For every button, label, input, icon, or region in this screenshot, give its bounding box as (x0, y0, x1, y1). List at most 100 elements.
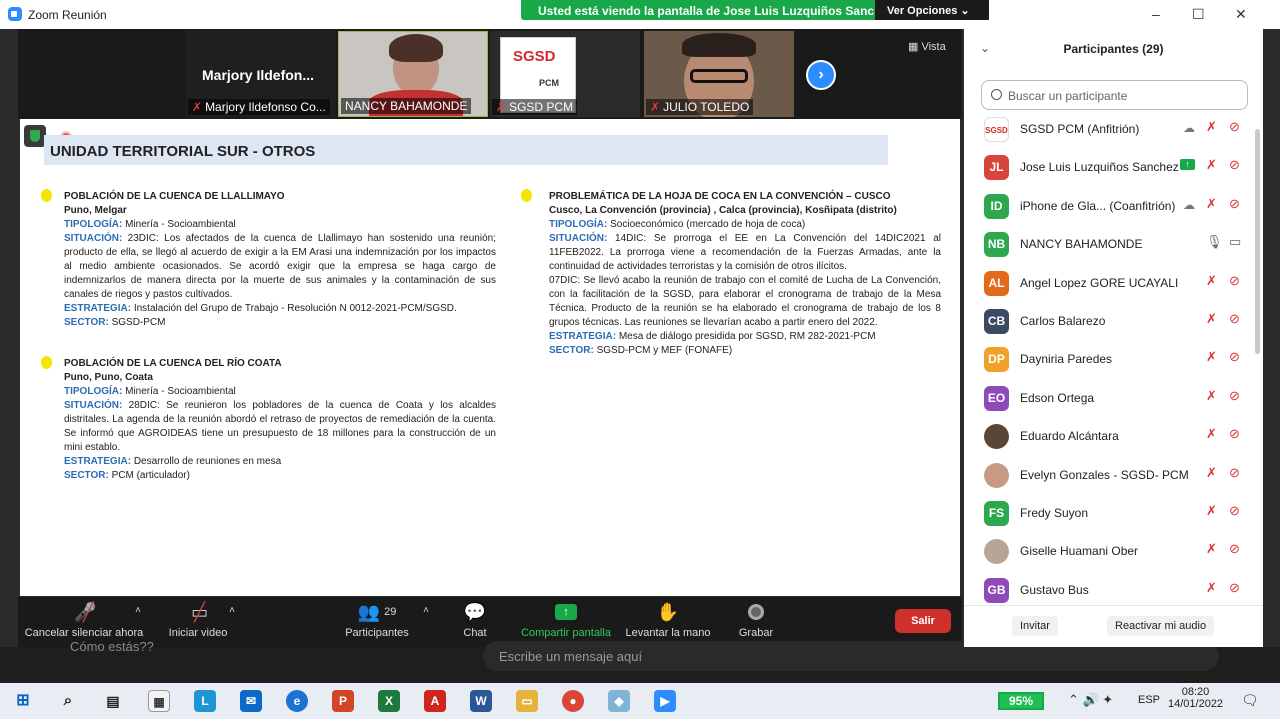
mic-muted-icon[interactable]: ✗ (1206, 119, 1217, 135)
situacion-key: SITUACIÓN: (64, 233, 123, 244)
raise-hand-label: Levantar la mano (625, 627, 711, 639)
participant-row[interactable]: DP Dayniria Paredes ✗ ⊘ (964, 341, 1254, 379)
system-tray-icons[interactable]: ⌃ 🔊 ✦ (1068, 692, 1113, 708)
leave-button[interactable]: Salir (895, 609, 951, 633)
unmute-label: Cancelar silenciar ahora (24, 627, 144, 639)
chrome-icon[interactable]: ● (562, 690, 584, 712)
camera-off-icon[interactable]: ⊘ (1229, 157, 1240, 173)
close-button[interactable]: ✕ (1235, 6, 1247, 23)
mic-muted-icon[interactable]: ✗ (1206, 426, 1217, 442)
mic-muted-icon[interactable]: ✗ (1206, 503, 1217, 519)
mic-muted-icon[interactable]: ✗ (1206, 580, 1217, 596)
tipologia-value: Minería - Socioambiental (122, 386, 236, 397)
avatar: ID (984, 193, 1009, 219)
tile-label: ✗ Marjory Ildefonso Co... (188, 99, 330, 115)
acrobat-icon[interactable]: A (424, 690, 446, 712)
situacion-value-2: 07DIC: Se llevó acabo la reunión de trab… (549, 275, 941, 328)
camera-off-icon[interactable]: ⊘ (1229, 388, 1240, 404)
video-tile-julio[interactable]: ✗ JULIO TOLEDO (644, 31, 794, 117)
mail-icon[interactable]: ✉ (240, 690, 262, 712)
participant-list-scrollbar[interactable] (1255, 129, 1260, 354)
participant-row[interactable]: CB Carlos Balarezo ✗ ⊘ (964, 303, 1254, 341)
windows-taskbar: ⊞ ⌕ ▤ ▦ L ✉ e P X A W ▭ ● ◆ ▶ 95% ⌃ 🔊 ✦ … (0, 683, 1280, 719)
view-toggle[interactable]: ▦ Vista (908, 40, 946, 53)
mic-on-icon[interactable]: 🎙 (1206, 234, 1223, 250)
generic-app-icon[interactable]: ◆ (608, 690, 630, 712)
participants-options-chevron-icon[interactable]: ˄ (420, 605, 432, 616)
video-tile-nancy[interactable]: NANCY BAHAMONDE (338, 31, 488, 117)
windows-start-icon[interactable]: ⊞ (12, 690, 34, 712)
clock[interactable]: 08:20 14/01/2022 (1168, 686, 1223, 710)
mic-muted-icon[interactable]: ✗ (1206, 196, 1217, 212)
video-options-chevron-icon[interactable]: ˄ (226, 605, 238, 616)
excel-icon[interactable]: X (378, 690, 400, 712)
task-view-icon[interactable]: ▤ (102, 690, 124, 712)
lync-icon[interactable]: L (194, 690, 216, 712)
video-tile-sgsd[interactable]: SGSD PCM ✗ SGSD PCM (490, 31, 640, 117)
start-video-button[interactable]: ▭ ╱ Iniciar video (158, 597, 238, 640)
camera-off-icon[interactable]: ⊘ (1229, 426, 1240, 442)
camera-off-icon[interactable]: ⊘ (1229, 311, 1240, 327)
camera-off-icon[interactable]: ⊘ (1229, 196, 1240, 212)
unmute-button[interactable]: 🎤 ╱ Cancelar silenciar ahora (24, 597, 144, 640)
raise-hand-button[interactable]: ✋ Levantar la mano (624, 597, 712, 640)
mic-muted-icon[interactable]: ✗ (1206, 273, 1217, 289)
word-icon[interactable]: W (470, 690, 492, 712)
maximize-button[interactable]: ☐ (1192, 6, 1205, 23)
mic-muted-icon[interactable]: ✗ (1206, 465, 1217, 481)
camera-off-icon[interactable]: ⊘ (1229, 119, 1240, 135)
participant-row[interactable]: AL Angel Lopez GORE UCAYALI ✗ ⊘ (964, 265, 1254, 303)
mic-muted-icon[interactable]: ✗ (1206, 311, 1217, 327)
file-explorer-icon[interactable]: ▭ (516, 690, 538, 712)
item-location: Puno, Melgar (64, 205, 127, 216)
participant-row[interactable]: FS Fredy Suyon ✗ ⊘ (964, 495, 1254, 533)
store-icon[interactable]: ▦ (148, 690, 170, 712)
minimize-button[interactable]: – (1152, 6, 1160, 22)
search-icon[interactable]: ⌕ (57, 690, 79, 712)
camera-on-icon[interactable]: ▭ (1229, 234, 1241, 250)
participant-row[interactable]: SGSD SGSD PCM (Anfitrión) ☁ ✗ ⊘ (964, 111, 1254, 149)
view-options-button[interactable]: Ver Opciones ⌄ (875, 0, 989, 20)
participant-row[interactable]: EO Edson Ortega ✗ ⊘ (964, 380, 1254, 418)
share-screen-button[interactable]: ↑ Compartir pantalla (518, 597, 614, 639)
participants-button[interactable]: 👥 29 Participantes (340, 597, 414, 640)
unmute-me-button[interactable]: Reactivar mi audio (1107, 616, 1215, 636)
camera-off-icon[interactable]: ⊘ (1229, 349, 1240, 365)
participant-row[interactable]: Eduardo Alcántara ✗ ⊘ (964, 418, 1254, 456)
camera-off-icon[interactable]: ⊘ (1229, 541, 1240, 557)
participant-row[interactable]: JL Jose Luis Luzquiños Sanchez ↑ ✗ ⊘ (964, 149, 1254, 187)
battery-indicator[interactable]: 95% (998, 692, 1044, 710)
audio-options-chevron-icon[interactable]: ˄ (132, 605, 144, 616)
participant-row[interactable]: Evelyn Gonzales - SGSD- PCM ✗ ⊘ (964, 457, 1254, 495)
invite-button[interactable]: Invitar (1012, 616, 1058, 636)
camera-off-icon[interactable]: ⊘ (1229, 465, 1240, 481)
mic-muted-icon[interactable]: ✗ (1206, 541, 1217, 557)
chat-button[interactable]: 💬 Chat (453, 597, 497, 640)
participant-row[interactable]: Giselle Huamani Ober ✗ ⊘ (964, 533, 1254, 571)
mic-muted-icon[interactable]: ✗ (1206, 349, 1217, 365)
video-tile-marjory[interactable]: Marjory Ildefon... ✗ Marjory Ildefonso Co… (186, 31, 336, 117)
camera-off-icon[interactable]: ⊘ (1229, 503, 1240, 519)
mic-muted-icon: ✗ (496, 100, 507, 114)
mic-muted-icon: 🎤 ╱ (74, 601, 97, 622)
mic-muted-icon[interactable]: ✗ (1206, 157, 1217, 173)
powerpoint-icon[interactable]: P (332, 690, 354, 712)
camera-off-icon[interactable]: ⊘ (1229, 273, 1240, 289)
participant-name: Angel Lopez GORE UCAYALI (1020, 275, 1179, 290)
edge-icon[interactable]: e (286, 690, 308, 712)
participant-row[interactable]: ID iPhone de Gla... (Coanfitrión) ☁ ✗ ⊘ (964, 188, 1254, 226)
sector-value: SGSD-PCM (108, 317, 166, 328)
mic-muted-icon[interactable]: ✗ (1206, 388, 1217, 404)
next-page-button[interactable]: › (806, 60, 836, 90)
zoom-taskbar-icon[interactable]: ▶ (654, 690, 676, 712)
language-indicator[interactable]: ESP (1138, 694, 1160, 706)
tile-label: NANCY BAHAMONDE (341, 98, 472, 114)
screen-share-icon: ↑ (1180, 159, 1195, 171)
participant-row[interactable]: NB NANCY BAHAMONDE 🎙 ▭ (964, 226, 1254, 264)
camera-off-icon[interactable]: ⊘ (1229, 580, 1240, 596)
notification-icon[interactable]: 🗨 (1241, 692, 1259, 709)
clock-date: 14/01/2022 (1168, 698, 1224, 710)
record-button[interactable]: Grabar (734, 597, 778, 639)
avatar (984, 539, 1009, 565)
participant-search-input[interactable]: Buscar un participante (981, 80, 1248, 110)
